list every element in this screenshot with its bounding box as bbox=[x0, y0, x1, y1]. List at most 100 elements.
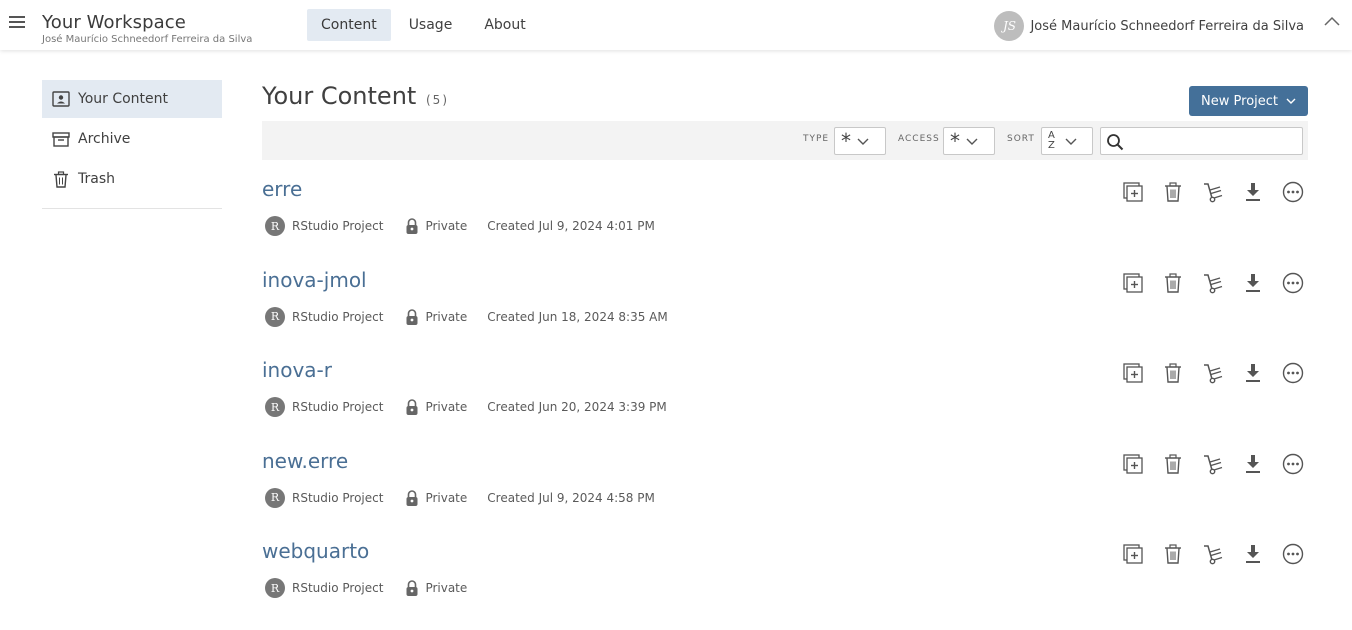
project-type: RStudio Project bbox=[292, 490, 384, 505]
move-hand-truck-icon[interactable] bbox=[1202, 362, 1224, 384]
chevron-up-icon[interactable] bbox=[1324, 14, 1340, 30]
nav-tabs: Content Usage About bbox=[307, 9, 544, 41]
project-type: RStudio Project bbox=[292, 581, 384, 595]
move-hand-truck-icon[interactable] bbox=[1202, 543, 1224, 565]
list-item: inova-jmol R RStudio Project Private Cre… bbox=[262, 268, 1308, 359]
project-type: RStudio Project bbox=[292, 400, 384, 414]
download-icon[interactable] bbox=[1242, 362, 1264, 384]
sort-filter-label: SORT bbox=[1007, 134, 1035, 144]
list-item: erre R RStudio Project Private Created J… bbox=[262, 177, 1308, 268]
user-menu[interactable]: JS José Maurício Schneedorf Ferreira da … bbox=[994, 11, 1304, 41]
sidebar-item-your-content[interactable]: Your Content bbox=[42, 80, 222, 118]
sort-select[interactable]: A Z bbox=[1041, 127, 1093, 155]
type-filter-label: TYPE bbox=[803, 134, 830, 144]
project-name-link[interactable]: erre bbox=[262, 177, 302, 201]
sidebar-item-archive[interactable]: Archive bbox=[42, 120, 222, 158]
copy-project-icon[interactable] bbox=[1122, 181, 1144, 203]
sidebar: Your Content Archive Trash bbox=[42, 80, 222, 209]
project-meta: R RStudio Project Private bbox=[265, 578, 487, 598]
trash-icon[interactable] bbox=[1162, 272, 1184, 294]
item-actions bbox=[1104, 543, 1304, 565]
access-filter-select[interactable]: * bbox=[943, 127, 995, 155]
content-count: (5) bbox=[426, 93, 449, 107]
search-input[interactable] bbox=[1127, 130, 1297, 152]
created-date: Created Jun 18, 2024 8:35 AM bbox=[487, 309, 668, 324]
menu-icon[interactable] bbox=[9, 16, 25, 30]
more-options-icon[interactable] bbox=[1282, 362, 1304, 384]
item-actions bbox=[1104, 453, 1304, 475]
tab-usage[interactable]: Usage bbox=[395, 9, 467, 41]
project-meta: R RStudio Project Private Created Jun 20… bbox=[265, 397, 667, 417]
filter-bar: TYPE * ACCESS * SORT A Z bbox=[262, 121, 1308, 160]
download-icon[interactable] bbox=[1242, 272, 1264, 294]
created-date: Created Jun 20, 2024 3:39 PM bbox=[487, 400, 667, 414]
tab-content[interactable]: Content bbox=[307, 9, 391, 41]
copy-project-icon[interactable] bbox=[1122, 362, 1144, 384]
trash-icon[interactable] bbox=[1162, 181, 1184, 203]
access-level: Private bbox=[425, 219, 468, 233]
lock-icon bbox=[406, 580, 418, 596]
lock-icon bbox=[406, 308, 418, 325]
new-project-label: New Project bbox=[1201, 93, 1278, 109]
project-name-link[interactable]: inova-r bbox=[262, 358, 332, 382]
project-name-link[interactable]: new.erre bbox=[262, 449, 348, 473]
search-icon bbox=[1107, 134, 1124, 151]
sort-az-icon: A Z bbox=[1048, 130, 1055, 151]
more-options-icon[interactable] bbox=[1282, 543, 1304, 565]
trash-icon[interactable] bbox=[1162, 453, 1184, 475]
access-level: Private bbox=[425, 309, 468, 324]
content-list: erre R RStudio Project Private Created J… bbox=[262, 177, 1308, 630]
type-filter-select[interactable]: * bbox=[834, 127, 886, 155]
trash-icon[interactable] bbox=[1162, 543, 1184, 565]
project-type: RStudio Project bbox=[292, 219, 384, 233]
chevron-down-icon bbox=[857, 138, 869, 145]
move-hand-truck-icon[interactable] bbox=[1202, 453, 1224, 475]
user-name: José Maurício Schneedorf Ferreira da Sil… bbox=[1030, 18, 1304, 34]
sidebar-item-label: Your Content bbox=[78, 91, 169, 107]
move-hand-truck-icon[interactable] bbox=[1202, 272, 1224, 294]
workspace-owner: José Maurício Schneedorf Ferreira da Sil… bbox=[42, 34, 253, 45]
rstudio-icon: R bbox=[265, 397, 285, 417]
main-content: Your Content (5) New Project TYPE * ACCE… bbox=[262, 80, 1308, 598]
project-name-link[interactable]: webquarto bbox=[262, 539, 369, 563]
access-level: Private bbox=[425, 581, 468, 595]
top-header: Your Workspace José Maurício Schneedorf … bbox=[0, 0, 1352, 50]
project-meta: R RStudio Project Private Created Jul 9,… bbox=[265, 216, 655, 236]
list-item: inova-r R RStudio Project Private Create… bbox=[262, 358, 1308, 449]
copy-project-icon[interactable] bbox=[1122, 453, 1144, 475]
move-hand-truck-icon[interactable] bbox=[1202, 181, 1224, 203]
rstudio-icon: R bbox=[265, 306, 285, 327]
list-item: new.erre R RStudio Project Private Creat… bbox=[262, 449, 1308, 540]
created-date: Created Jul 9, 2024 4:01 PM bbox=[487, 219, 655, 233]
more-options-icon[interactable] bbox=[1282, 181, 1304, 203]
new-project-button[interactable]: New Project bbox=[1189, 86, 1308, 116]
project-meta: R RStudio Project Private Created Jun 18… bbox=[265, 306, 668, 327]
avatar: JS bbox=[994, 11, 1025, 41]
sidebar-item-trash[interactable]: Trash bbox=[42, 160, 222, 198]
user-card-icon bbox=[52, 90, 70, 108]
download-icon[interactable] bbox=[1242, 453, 1264, 475]
copy-project-icon[interactable] bbox=[1122, 543, 1144, 565]
access-level: Private bbox=[425, 490, 468, 505]
more-options-icon[interactable] bbox=[1282, 453, 1304, 475]
search-box[interactable] bbox=[1100, 127, 1303, 155]
project-name-link[interactable]: inova-jmol bbox=[262, 268, 367, 292]
asterisk-icon: * bbox=[841, 129, 851, 153]
more-options-icon[interactable] bbox=[1282, 272, 1304, 294]
workspace-title: Your Workspace bbox=[42, 12, 186, 33]
trash-icon bbox=[52, 170, 70, 188]
download-icon[interactable] bbox=[1242, 543, 1264, 565]
project-type: RStudio Project bbox=[292, 309, 384, 324]
access-level: Private bbox=[425, 400, 468, 414]
chevron-down-icon bbox=[1286, 98, 1296, 104]
trash-icon[interactable] bbox=[1162, 362, 1184, 384]
page-title: Your Content bbox=[262, 82, 417, 110]
tab-about[interactable]: About bbox=[470, 9, 539, 41]
asterisk-icon: * bbox=[950, 129, 960, 153]
chevron-down-icon bbox=[1065, 138, 1077, 145]
rstudio-icon: R bbox=[265, 487, 285, 508]
copy-project-icon[interactable] bbox=[1122, 272, 1144, 294]
download-icon[interactable] bbox=[1242, 181, 1264, 203]
title-row: Your Content (5) New Project bbox=[262, 80, 1308, 122]
list-item: webquarto R RStudio Project Private bbox=[262, 539, 1308, 630]
